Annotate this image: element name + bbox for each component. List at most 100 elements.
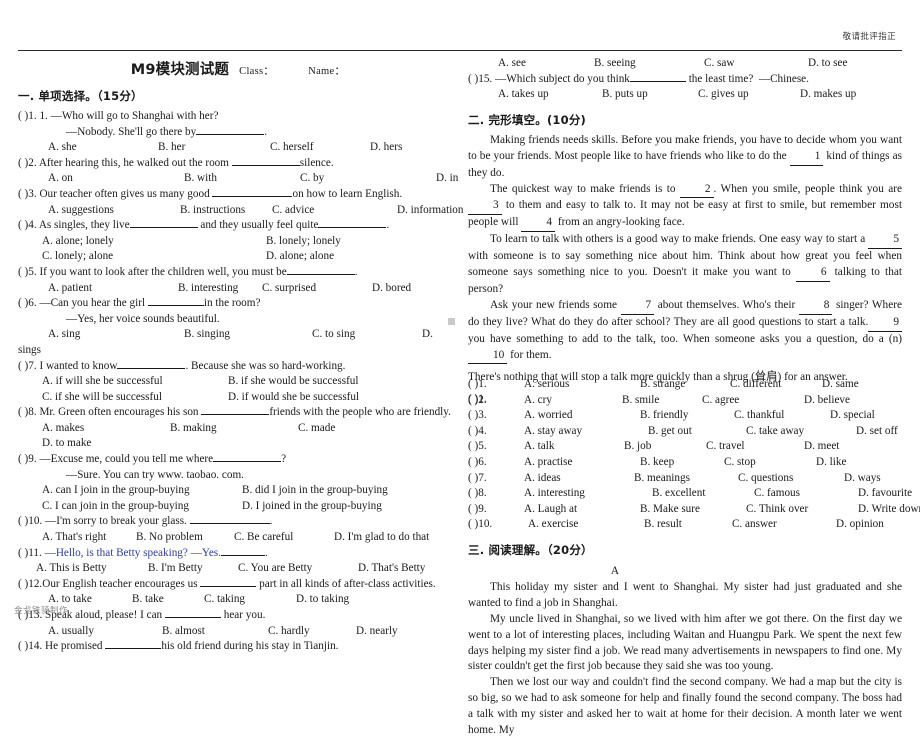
question-2-stem: ( )2. After hearing this, he walked out … <box>18 156 334 169</box>
cloze-blank-4: 4 <box>521 215 555 233</box>
two-column-body: M9模块测试题 Class： Name： 一. 单项选择。（15分） ( )1. 1… <box>0 52 920 736</box>
cloze-blank-2: 2 <box>679 182 714 199</box>
question-1-options: A. she B. her C. herself D. hers <box>48 141 403 154</box>
answer-blank <box>196 133 265 135</box>
section-one-heading: 一. 单项选择。（15分） <box>18 89 143 103</box>
answer-blank <box>318 227 387 229</box>
answer-blank <box>147 305 204 307</box>
cloze-blank-5: 5 <box>868 232 902 250</box>
question-10-options: A. That's right B. No problem C. Be carefu… <box>42 531 430 544</box>
question-12-stem: ( )12.Our English teacher encourages us … <box>18 577 436 590</box>
cloze-blank-7: 7 <box>620 298 655 315</box>
answer-blank <box>286 273 355 275</box>
question-2-options: A. on B. with C. by D. in <box>48 172 459 185</box>
question-3-stem: ( )3. Our teacher often gives us many go… <box>18 187 403 200</box>
question-5-options: A. patient B. interesting C. surprised D. b… <box>48 281 412 294</box>
question-9-options-row2: C. I can join in the group-buying D. I jo… <box>42 499 382 512</box>
cloze-paragraph-2: The quickest way to make friends is to 2… <box>468 182 902 233</box>
question-4-options-row2: C. lonely; alone D. alone; alone <box>42 250 335 263</box>
cloze-options-block: ( )1. A. serious B. strange C. different D. … <box>468 377 920 533</box>
page-scroll-marker <box>448 318 455 325</box>
question-4-stem: ( )4. As singles, they live and they usu… <box>18 219 390 232</box>
cloze-paragraph-1: Making friends needs skills. Before you … <box>468 133 902 179</box>
passage-a-letter: A <box>610 564 620 577</box>
question-11-options: A. This is Betty B. I'm Betty C. You are B… <box>36 562 426 575</box>
cloze-row-8: ( )8. A. interesting B. excellent C. famous… <box>468 487 913 500</box>
question-13-stem: ( )13. Speak aloud, please! I can hear y… <box>18 609 266 621</box>
reading-paragraph-3: Then we lost our way and couldn't find t… <box>468 676 902 737</box>
cloze-row-3: ( )3. A. worried B. friendly C. thankful D. … <box>468 409 875 422</box>
cloze-blank-1: 1 <box>789 149 824 166</box>
header-divider <box>18 50 902 51</box>
question-15-options: A. takes up B. puts up C. gives up D. makes… <box>498 88 857 101</box>
question-11-reply-text: —Yes. <box>190 546 221 559</box>
question-1-stem: ( )1. 1. —Who will go to Shanghai with h… <box>18 110 219 122</box>
cloze-row-1: ( )1. A. serious B. strange C. different D. … <box>468 377 859 390</box>
question-5-stem: ( )5. If you want to look after the chil… <box>18 265 358 278</box>
question-7-options-row1: A. if will she be successful B. if she wo… <box>42 375 359 388</box>
question-9-stem-line2: —Sure. You can try www. taobao. com. <box>66 468 244 481</box>
question-6-options-overflow: sings <box>18 343 42 356</box>
question-7-options-row2: C. if she will be successful D. if would … <box>42 390 360 403</box>
cloze-blank-10: 10 <box>468 348 508 365</box>
question-3-options: A. suggestions B. instructions C. advice D.… <box>48 203 464 216</box>
cloze-paragraph-3: To learn to talk with others is a good w… <box>468 232 902 295</box>
cloze-row-9: ( )9. A. Laugh at B. Make sure C. Think ove… <box>468 502 920 515</box>
name-field-label: Name： <box>308 66 346 77</box>
question-6-stem-line2: —Yes, her voice sounds beautiful. <box>66 312 220 325</box>
class-field-label: Class： <box>239 66 275 77</box>
question-6-options: A. sing B. singing C. to sing D. <box>48 328 433 341</box>
cloze-row-10: ( )10. A. exercise B. result C. answer D. op… <box>468 518 884 531</box>
answer-blank <box>213 461 282 463</box>
header-note: 敬请批评指正 <box>842 32 896 42</box>
question-13-options: A. usually B. almost C. hardly D. nearly <box>48 624 398 637</box>
cloze-row-7: ( )7. A. ideas B. meanings C. questions D. w… <box>468 471 881 484</box>
answer-blank <box>201 414 270 416</box>
answer-blank <box>231 164 300 166</box>
answer-blank <box>189 523 270 525</box>
question-11-dash-text: —Hello, is that Betty speaking? <box>44 546 188 559</box>
answer-blank <box>117 367 186 369</box>
reading-paragraph-1: This holiday my sister and I went to Sha… <box>468 580 902 609</box>
question-12-options: A. to take B. take C. taking D. to taking <box>48 593 350 606</box>
cloze-blank-9: 9 <box>868 315 902 332</box>
question-8-options-row2: D. to make <box>42 437 92 450</box>
question-15-stem: ( )15. —Which subject do you think the l… <box>468 72 809 85</box>
answer-blank <box>212 195 293 197</box>
right-column: A. see B. seeing C. saw D. to see ( )15. —W… <box>460 52 920 736</box>
question-7-stem: ( )7. I wanted to know. Because she was … <box>18 359 346 372</box>
answer-blank <box>629 80 686 82</box>
cloze-blank-8: 8 <box>798 298 833 315</box>
answer-blank <box>129 227 198 229</box>
answer-blank <box>200 585 257 587</box>
exam-paper-page: 敬请批评指正 M9模块测试题 Class： Name： 一. 单项选择。（15分） … <box>0 0 920 736</box>
answer-blank <box>105 648 162 650</box>
running-header: 敬请批评指正 <box>0 0 920 52</box>
question-9-stem: ( )9. —Excuse me, could you tell me wher… <box>18 453 287 466</box>
cloze-row-2: ( )2. A. cry B. smile C. agree D. believe <box>468 393 850 406</box>
section-two-heading: 二. 完形填空。(10分) <box>468 112 586 127</box>
question-4-options-row1: A. alone; lonely B. lonely; lonely <box>42 234 341 247</box>
question-9-options-row1: A. can I join in the group-buying B. did … <box>42 484 388 497</box>
question-10-stem: ( )10. —I'm sorry to break your glass. . <box>18 515 273 528</box>
reading-paragraph-2: My uncle lived in Shanghai, so we lived … <box>468 612 902 673</box>
answer-blank <box>220 554 265 556</box>
left-column: M9模块测试题 Class： Name： 一. 单项选择。（15分） ( )1. 1… <box>0 52 464 652</box>
question-8-options-row1: A. makes B. making C. made <box>42 421 336 434</box>
cloze-row-5: ( )5. A. talk B. job C. travel D. meet <box>468 440 840 453</box>
question-11-stem: ( )11. —Hello, is that Betty speaking? —… <box>18 546 268 559</box>
title-row: M9模块测试题 Class： Name： <box>18 58 452 79</box>
watermark-text: 金戈铁骑制作 <box>14 606 69 616</box>
question-1-stem-line2: —Nobody. She'll go there by. <box>66 125 268 138</box>
cloze-row-6: ( )6. A. practise B. keep C. stop D. like <box>468 455 847 468</box>
question-14-options: A. see B. seeing C. saw D. to see <box>498 57 848 69</box>
page-title: M9模块测试题 <box>130 62 230 78</box>
cloze-blank-6: 6 <box>795 265 830 282</box>
cloze-blank-3: 3 <box>468 198 502 216</box>
question-14-stem: ( )14. He promised his old friend during… <box>18 640 339 653</box>
answer-blank <box>164 617 221 618</box>
question-6-stem: ( )6. —Can you hear the girl in the room… <box>18 297 261 310</box>
cloze-paragraph-4: Ask your new friends some 7 about themse… <box>468 298 902 365</box>
section-three-heading: 三. 阅读理解。（20分） <box>468 542 593 557</box>
cloze-row-4: ( )4. A. stay away B. get out C. take away D… <box>468 424 898 437</box>
